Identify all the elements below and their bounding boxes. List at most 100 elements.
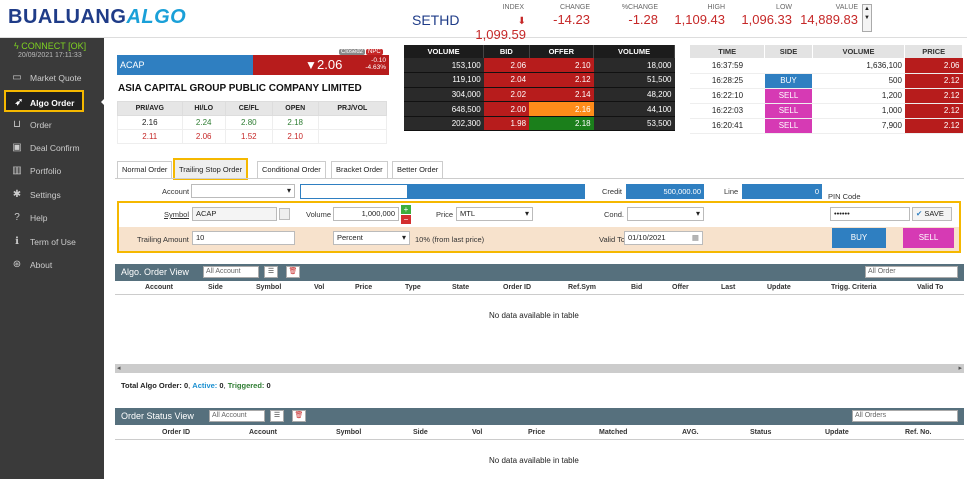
briefcase-icon: ▣: [12, 142, 22, 153]
valid-to-label: Valid To: [599, 235, 625, 244]
table-row: 2.16 2.24 2.80 2.18: [117, 115, 388, 130]
low-block: LOW 1,096.33: [741, 4, 792, 27]
bar-chart-icon: ▥: [12, 165, 22, 176]
bualuang-algo-logo: BUALUANGALGO: [8, 6, 187, 28]
inbox-icon: ⊔: [13, 119, 21, 130]
ticker-table: TIME SIDE VOLUME PRICE 16:37:59 1,636,100 2.0…: [690, 45, 963, 134]
sidebar-item-deal-confirm[interactable]: ▣ Deal Confirm: [0, 137, 104, 159]
volume-plus-icon[interactable]: +: [401, 205, 411, 214]
index-block: INDEX ⬇ 1,099.59: [466, 4, 526, 42]
price-select[interactable]: MTL: [456, 207, 533, 221]
sidebar-item-term-of-use[interactable]: ℹ Term of Use: [0, 231, 104, 253]
symbol-checkbox[interactable]: [279, 208, 290, 220]
sidebar-item-settings[interactable]: ✱ Settings: [0, 184, 104, 206]
monitor-icon: ▭: [12, 72, 22, 83]
credit-value: 500,000.00: [626, 184, 704, 199]
sell-button[interactable]: SELL: [903, 228, 954, 248]
status-table-header: Order ID Account Symbol Side Vol Price M…: [115, 428, 964, 440]
trailing-note: 10% (from last price): [415, 235, 485, 244]
symbol-input[interactable]: ACAP: [192, 207, 277, 221]
pin-input[interactable]: ••••••: [830, 207, 910, 221]
trash-icon[interactable]: 🗑: [292, 410, 306, 422]
down-triangle-icon: ▼: [305, 58, 317, 72]
order-row-main: Symbol ACAP Volume 1,000,000 + − Price M…: [119, 203, 959, 227]
server-datetime: 20/09/2021 17:11:33: [18, 52, 82, 59]
status-account-filter[interactable]: All Account: [209, 410, 265, 422]
account-label: Account: [162, 187, 190, 196]
trailing-order-form: Symbol ACAP Volume 1,000,000 + − Price M…: [117, 201, 961, 253]
condition-select[interactable]: [627, 207, 704, 221]
buy-button[interactable]: BUY: [832, 228, 886, 248]
calendar-icon: ▦: [691, 233, 699, 242]
stock-symbol-display[interactable]: ACAP: [117, 55, 253, 75]
sidebar-item-portfolio[interactable]: ▥ Portfolio: [0, 160, 104, 182]
index-value: ⬇ 1,099.59: [475, 16, 526, 42]
sidebar: ϟ CONNECT [OK] 20/09/2021 17:11:33 ▭ Mark…: [0, 38, 104, 479]
gear-icon: ✱: [12, 189, 22, 200]
algo-totals: Total Algo Order: 0, Active: 0, Triggere…: [121, 381, 271, 390]
stock-flags: Closed2 NPC: [339, 49, 383, 55]
volume-input[interactable]: 1,000,000: [333, 207, 399, 221]
algo-order-view-title: Algo. Order View: [121, 267, 189, 277]
pin-label: PIN Code: [828, 192, 861, 201]
table-row: 648,500 2.00 2.16 44,100: [404, 101, 675, 117]
change-block: CHANGE -14.23: [553, 4, 590, 27]
table-row: 16:22:03 SELL 1,000 2.12: [690, 103, 963, 119]
trailing-amount-input[interactable]: 10: [192, 231, 295, 245]
divider: [115, 178, 964, 179]
sidebar-item-about[interactable]: ⊛ About: [0, 254, 104, 276]
sidebar-item-algo-order[interactable]: ➶ Algo Order: [4, 90, 84, 112]
table-row: 2.11 2.06 1.52 2.10: [117, 129, 388, 144]
globe-icon: ⊛: [12, 259, 22, 270]
algo-empty-message: No data available in table: [489, 311, 579, 320]
table-row: 304,000 2.02 2.14 48,200: [404, 87, 675, 103]
account-info-bar: [300, 184, 585, 199]
trash-icon[interactable]: 🗑: [286, 266, 300, 278]
tab-trailing-stop-order[interactable]: Trailing Stop Order: [173, 158, 249, 180]
list-icon[interactable]: ☰: [264, 266, 278, 278]
credit-label: Credit: [602, 187, 623, 196]
bolt-icon: ϟ: [14, 41, 19, 51]
rocket-icon: ➶: [14, 97, 24, 108]
check-icon: ✔: [916, 209, 923, 218]
pchange-block: %CHANGE -1.28: [621, 4, 658, 27]
sidebar-item-order[interactable]: ⊔ Order: [0, 114, 104, 136]
list-icon[interactable]: ☰: [270, 410, 284, 422]
table-row: 16:28:25 BUY 500 2.12: [690, 73, 963, 89]
tab-better-order[interactable]: Better Order: [392, 161, 444, 178]
volume-minus-icon[interactable]: −: [401, 215, 411, 224]
algo-status-filter[interactable]: All Order: [865, 266, 958, 278]
status-empty-message: No data available in table: [489, 456, 579, 465]
algo-horizontal-scrollbar[interactable]: ◂ ▸: [115, 364, 964, 373]
tab-normal-order[interactable]: Normal Order: [117, 161, 173, 178]
trailing-amount-label: Trailing Amount: [137, 235, 189, 244]
sidebar-item-market-quote[interactable]: ▭ Market Quote: [0, 67, 104, 89]
company-name: ASIA CAPITAL GROUP PUBLIC COMPANY LIMITE…: [118, 83, 362, 94]
table-row: 153,100 2.06 2.10 18,000: [404, 58, 675, 74]
active-indicator-arrow: [101, 97, 106, 107]
tab-conditional-order[interactable]: Conditional Order: [257, 161, 326, 178]
sidebar-item-help[interactable]: ? Help: [0, 207, 104, 229]
table-row: 16:22:10 SELL 1,200 2.12: [690, 88, 963, 104]
index-name: SETHD: [412, 12, 460, 28]
question-icon: ?: [14, 212, 20, 223]
order-status-view-title: Order Status View: [121, 411, 194, 421]
stock-price-display: ▼ 2.06 -0.10 -4.63%: [253, 55, 389, 75]
connection-status: ϟ CONNECT [OK]: [14, 41, 87, 51]
index-scroll-spinner[interactable]: ▲ ▼: [862, 4, 872, 32]
algo-order-view-header: Algo. Order View All Account ☰ 🗑 All Ord…: [115, 264, 964, 281]
table-row: 119,100 2.04 2.12 51,500: [404, 72, 675, 88]
algo-account-filter[interactable]: All Account: [203, 266, 259, 278]
symbol-label: Symbol: [164, 210, 190, 219]
stock-summary-table: PRI/AVG HI/LO CE/FL OPEN PRJ/VOL 2.16 2.24 2.8…: [117, 101, 388, 144]
order-status-view-header: Order Status View All Account ☰ 🗑 All Or…: [115, 408, 964, 425]
bid-offer-table: VOLUME BID OFFER VOLUME 153,100 2.06 2.10 18,0…: [404, 45, 675, 132]
trailing-unit-select[interactable]: Percent: [333, 231, 410, 245]
order-status-filter[interactable]: All Orders: [852, 410, 958, 422]
account-select[interactable]: [191, 184, 295, 198]
save-pin-checkbox[interactable]: ✔ SAVE: [912, 207, 952, 221]
line-value: 0: [742, 184, 822, 199]
valid-to-date-input[interactable]: 01/10/2021 ▦: [624, 231, 703, 245]
volume-label: Volume: [306, 210, 332, 219]
tab-bracket-order[interactable]: Bracket Order: [331, 161, 388, 178]
